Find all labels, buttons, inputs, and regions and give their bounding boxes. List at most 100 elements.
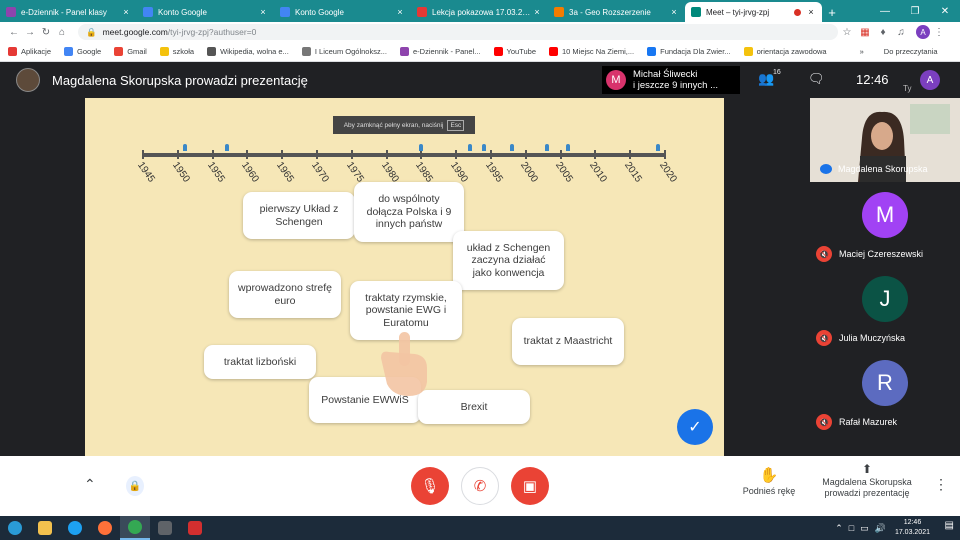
reload-icon[interactable]: ↻ — [38, 27, 54, 38]
close-tab-icon[interactable]: × — [532, 7, 542, 17]
card-euro[interactable]: wprowadzono strefę euro — [229, 271, 341, 318]
check-answers-button[interactable]: ✓ — [677, 409, 713, 445]
timeline-drop-pin[interactable] — [224, 144, 229, 151]
participant-tile[interactable]: J 🔇 Julia Muczyńska — [810, 266, 960, 350]
card-maastricht[interactable]: traktat z Maastricht — [512, 318, 624, 365]
bookmark-icon — [493, 47, 503, 56]
bookmarks-overflow-icon[interactable]: » — [860, 47, 864, 56]
card-schengen-first[interactable]: pierwszy Układ z Schengen — [243, 192, 355, 239]
close-tab-icon[interactable]: × — [669, 7, 679, 17]
card-poland-joins[interactable]: do wspólnoty dołącza Polska i 9 innych p… — [354, 182, 464, 242]
bookmark-label: 10 Miejsc Na Ziemi,... — [562, 47, 635, 56]
puzzle-icon[interactable]: ♦ — [874, 27, 892, 38]
taskbar-app-red-button[interactable] — [180, 516, 210, 540]
extension-icon[interactable]: ▦ — [856, 27, 874, 38]
bookmark-item[interactable]: e-Dziennik - Panel... — [399, 47, 481, 56]
battery-icon[interactable]: ▭ — [860, 523, 869, 534]
bookmark-item[interactable]: szkoła — [159, 47, 194, 56]
participants-count: 16 — [773, 69, 781, 76]
timeline-drop-pin[interactable] — [565, 144, 570, 151]
maximize-icon[interactable]: ❐ — [900, 0, 930, 22]
card-lisbon[interactable]: traktat lizboński — [204, 345, 316, 379]
presenting-button[interactable]: ⬆ Magdalena Skorupska prowadzi prezentac… — [814, 463, 920, 499]
taskbar-start-button[interactable] — [0, 516, 30, 540]
new-tab-button[interactable]: + — [822, 2, 842, 22]
reading-list-link[interactable]: Do przeczytania — [884, 47, 938, 56]
browser-tab[interactable]: Lekcja pokazowa 17.03.2021 × — [411, 2, 548, 22]
bookmark-item[interactable]: Gmail — [114, 47, 147, 56]
taskbar-firefox-button[interactable] — [90, 516, 120, 540]
url-input[interactable]: 🔒 meet.google.com/tyi-jrvg-zpj?authuser=… — [78, 24, 838, 40]
timeline-tick — [455, 150, 458, 159]
self-avatar[interactable]: A — [920, 70, 940, 90]
taskbar-chrome-button[interactable] — [120, 516, 150, 540]
camera-toggle-button[interactable]: ▣ — [511, 467, 549, 505]
people-icon[interactable]: 👥 — [758, 71, 774, 87]
system-tray: ⌃ □ ▭ 🔊 12:46 17.03.2021 — [832, 516, 930, 540]
edge-icon — [68, 521, 82, 535]
bookmark-label: e-Dziennik - Panel... — [412, 47, 481, 56]
close-window-icon[interactable]: ✕ — [930, 0, 960, 22]
tab-favicon-icon — [143, 7, 153, 17]
close-tab-icon[interactable]: × — [395, 7, 405, 17]
media-icon[interactable]: ♫ — [892, 27, 910, 38]
bookmark-item[interactable]: I Liceum Ogólnoksz... — [301, 47, 387, 56]
start-icon — [8, 521, 22, 535]
security-shield-icon[interactable]: 🔒 — [126, 476, 144, 496]
participant-tile[interactable]: M 🔇 Maciej Czereszewski — [810, 182, 960, 266]
taskbar-file-explorer-button[interactable] — [30, 516, 60, 540]
fullscreen-hint-text: Aby zamknąć pełny ekran, naciśnij — [343, 121, 444, 129]
timeline-drop-pin[interactable] — [544, 144, 549, 151]
timeline-drop-pin[interactable] — [482, 144, 487, 151]
bookmark-item[interactable]: Wikipedia, wolna e... — [207, 47, 289, 56]
forward-icon[interactable]: → — [22, 27, 38, 38]
browser-tab[interactable]: 3a - Geo Rozszerzenie × — [548, 2, 685, 22]
taskbar-clock[interactable]: 12:46 17.03.2021 — [895, 518, 930, 538]
taskbar-edge-button[interactable] — [60, 516, 90, 540]
bookmark-item[interactable]: Fundacja Dla Zwier... — [647, 47, 731, 56]
browser-tab[interactable]: e-Dziennik - Panel klasy × — [0, 2, 137, 22]
menu-kebab-icon[interactable]: ⋮ — [930, 27, 948, 38]
timeline-tick — [142, 150, 144, 159]
bookmark-item[interactable]: Google — [64, 47, 101, 56]
browser-tab[interactable]: Konto Google × — [274, 2, 411, 22]
action-center-icon[interactable]: ▤ — [945, 520, 954, 531]
more-options-icon[interactable]: ⋮ — [934, 476, 948, 493]
timeline-drop-pin[interactable] — [509, 144, 514, 151]
close-tab-icon[interactable]: × — [806, 7, 816, 17]
minimize-icon[interactable]: — — [870, 0, 900, 22]
participant-tile-video[interactable]: Magdalena Skorupska — [810, 98, 960, 182]
card-schengen-convention[interactable]: układ z Schengen zaczyna działać jako ko… — [453, 231, 564, 290]
timeline-drop-pin[interactable] — [182, 144, 187, 151]
volume-icon[interactable]: 🔊 — [875, 523, 886, 534]
mic-toggle-button[interactable]: 🎙 — [411, 467, 449, 505]
timeline-drop-pin[interactable] — [419, 144, 424, 151]
profile-avatar[interactable]: A — [916, 25, 930, 39]
join-notification[interactable]: M Michał Śliwecki i jeszcze 9 innych ... — [602, 66, 740, 94]
browser-tab[interactable]: Konto Google × — [137, 2, 274, 22]
network-icon[interactable]: □ — [849, 523, 854, 533]
chevron-up-tray-icon[interactable]: ⌃ — [835, 523, 843, 534]
timeline-drop-pin[interactable] — [468, 144, 473, 151]
back-icon[interactable]: ← — [6, 27, 22, 38]
home-icon[interactable]: ⌂ — [54, 27, 70, 38]
tab-favicon-icon — [691, 7, 701, 17]
close-tab-icon[interactable]: × — [258, 7, 268, 17]
chat-icon[interactable]: 🗨 — [808, 71, 825, 87]
chevron-up-icon[interactable]: ⌃ — [84, 476, 96, 493]
bookmark-item[interactable]: YouTube — [493, 47, 536, 56]
taskbar-time: 12:46 — [903, 519, 922, 526]
taskbar-calculator-button[interactable] — [150, 516, 180, 540]
timeline-drop-pin[interactable] — [656, 144, 661, 151]
bookmark-item[interactable]: Aplikacje — [8, 47, 51, 56]
tab-title: Lekcja pokazowa 17.03.2021 — [432, 7, 532, 17]
browser-tab[interactable]: Meet – tyi-jrvg-zpj × — [685, 2, 822, 22]
leave-call-button[interactable]: ✆ — [461, 467, 499, 505]
bookmark-star-icon[interactable]: ☆ — [838, 27, 856, 38]
bookmark-item[interactable]: 10 Miejsc Na Ziemi,... — [549, 47, 634, 56]
close-tab-icon[interactable]: × — [121, 7, 131, 17]
bookmark-item[interactable]: orientacja zawodowa — [743, 47, 827, 56]
raise-hand-button[interactable]: ✋ Podnieś rękę — [738, 466, 800, 496]
timeline-year-label: 1955 — [204, 160, 227, 185]
participant-tile[interactable]: R 🔇 Rafał Mazurek — [810, 350, 960, 434]
